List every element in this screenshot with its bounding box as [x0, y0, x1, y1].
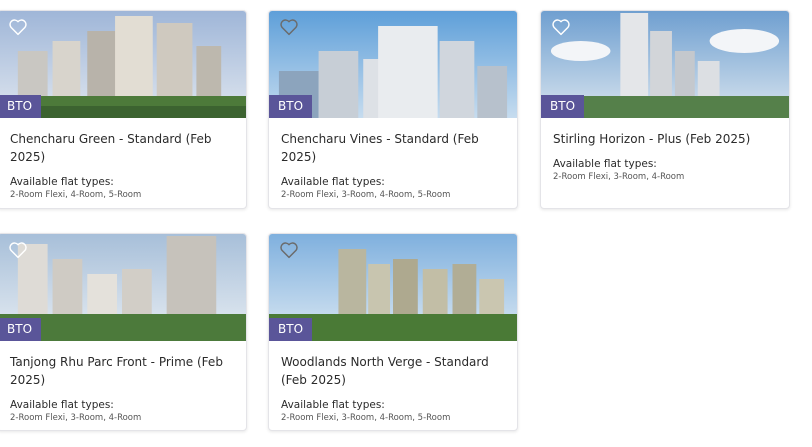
- flat-types-label: Available flat types:: [553, 158, 657, 170]
- flat-types-label: Available flat types:: [10, 176, 114, 188]
- flat-types-value: 2-Room Flexi, 4-Room, 5-Room: [10, 190, 142, 200]
- flat-types-value: 2-Room Flexi, 3-Room, 4-Room, 5-Room: [281, 190, 451, 200]
- favourite-button[interactable]: [279, 241, 299, 259]
- flat-types-label: Available flat types:: [281, 176, 385, 188]
- listing-image[interactable]: BTO: [0, 11, 246, 118]
- flat-types-label: Available flat types:: [10, 399, 114, 411]
- listing-title[interactable]: Chencharu Vines - Standard (Feb 2025): [281, 130, 505, 166]
- listing-type-badge: BTO: [0, 318, 42, 341]
- listing-image[interactable]: BTO: [269, 234, 517, 341]
- listing-title[interactable]: Tanjong Rhu Parc Front - Prime (Feb 2025…: [10, 353, 234, 389]
- flat-types-label: Available flat types:: [281, 399, 385, 411]
- listing-title[interactable]: Stirling Horizon - Plus (Feb 2025): [553, 130, 777, 148]
- favourite-button[interactable]: [279, 18, 299, 36]
- listing-card-woodlands-north-verge[interactable]: BTO Woodlands North Verge - Standard (Fe…: [268, 233, 518, 431]
- listing-card-chencharu-green[interactable]: BTO Chencharu Green - Standard (Feb 2025…: [0, 10, 247, 209]
- favourite-button[interactable]: [8, 241, 28, 259]
- favourite-button[interactable]: [8, 18, 28, 36]
- heart-outline-icon: [552, 19, 570, 36]
- heart-outline-icon: [9, 242, 27, 259]
- listing-image[interactable]: BTO: [0, 234, 246, 341]
- listing-title[interactable]: Woodlands North Verge - Standard (Feb 20…: [281, 353, 505, 389]
- listing-type-badge: BTO: [0, 95, 42, 118]
- heart-outline-icon: [280, 19, 298, 36]
- listing-type-badge: BTO: [269, 318, 313, 341]
- heart-outline-icon: [280, 242, 298, 259]
- listing-image[interactable]: BTO: [541, 11, 789, 118]
- listing-card-chencharu-vines[interactable]: BTO Chencharu Vines - Standard (Feb 2025…: [268, 10, 518, 209]
- listing-type-badge: BTO: [541, 95, 585, 118]
- flat-types-value: 2-Room Flexi, 3-Room, 4-Room: [553, 172, 685, 182]
- flat-types-value: 2-Room Flexi, 3-Room, 4-Room, 5-Room: [281, 413, 451, 423]
- heart-outline-icon: [9, 19, 27, 36]
- listing-type-badge: BTO: [269, 95, 313, 118]
- listing-card-tanjong-rhu[interactable]: BTO Tanjong Rhu Parc Front - Prime (Feb …: [0, 233, 247, 431]
- listing-card-stirling-horizon[interactable]: BTO Stirling Horizon - Plus (Feb 2025) A…: [540, 10, 790, 209]
- flat-types-value: 2-Room Flexi, 3-Room, 4-Room: [10, 413, 142, 423]
- listing-title[interactable]: Chencharu Green - Standard (Feb 2025): [10, 130, 234, 166]
- listing-image[interactable]: BTO: [269, 11, 517, 118]
- favourite-button[interactable]: [551, 18, 571, 36]
